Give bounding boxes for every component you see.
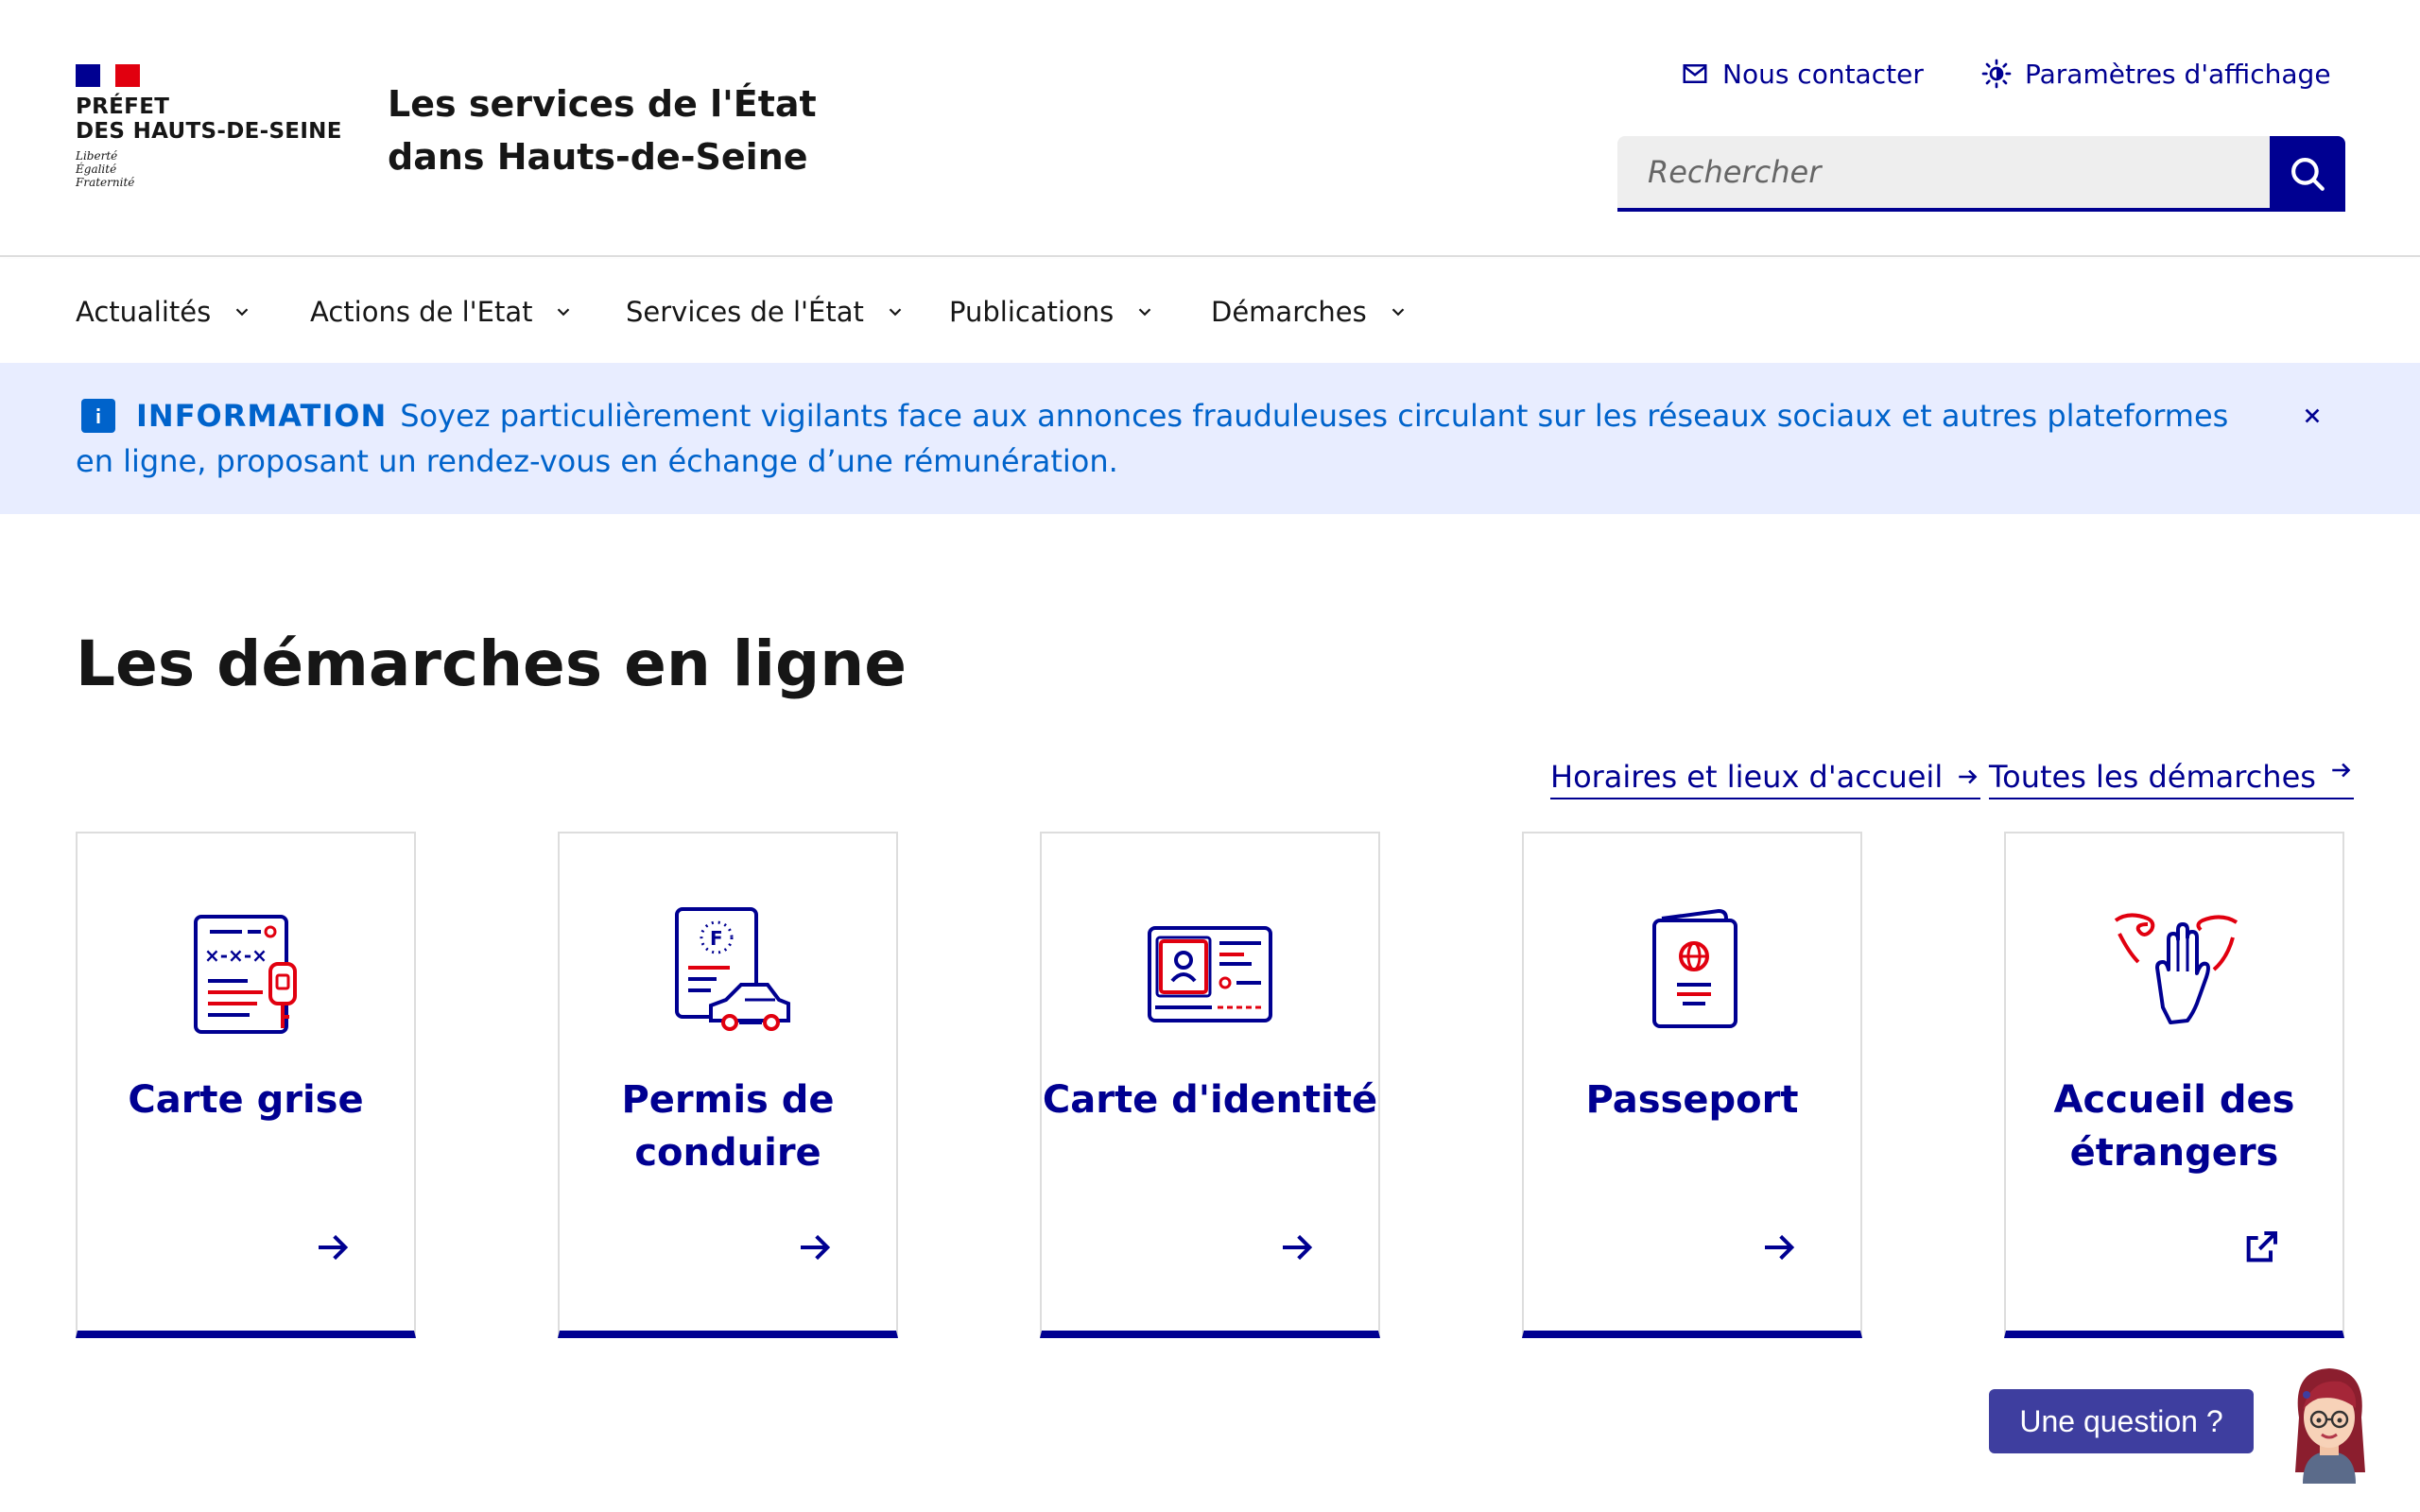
- all-procedures-label: Toutes les démarches: [1989, 759, 2316, 795]
- display-settings-label: Paramètres d'affichage: [2025, 58, 2331, 90]
- welcome-hands-icon: [2114, 913, 2238, 1024]
- search-icon: [2291, 158, 2325, 191]
- driving-license-icon: F: [675, 907, 790, 1031]
- card-title: Carte grise: [128, 1078, 364, 1122]
- hours-link[interactable]: Horaires et lieux d'accueil: [1550, 756, 1981, 799]
- close-notice-button[interactable]: [2293, 397, 2331, 435]
- vehicle-registration-icon: ×-×-×: [194, 915, 297, 1034]
- motto-fraternite: Fraternité: [76, 176, 135, 189]
- chevron-down-icon: [889, 308, 902, 317]
- arrow-right-icon: [801, 1234, 831, 1261]
- arrow-right-icon: [1765, 1234, 1795, 1261]
- contact-link[interactable]: Nous contacter: [1681, 55, 1924, 93]
- site-header: PRÉFET DES HAUTS-DE-SEINE Liberté Égalit…: [0, 0, 2420, 257]
- section-title: Les démarches en ligne: [76, 627, 908, 700]
- all-procedures-link[interactable]: Toutes les démarches: [1989, 756, 2354, 799]
- motto-liberte: Liberté: [76, 149, 118, 163]
- contact-label: Nous contacter: [1722, 58, 1924, 90]
- prefecture-logo[interactable]: PRÉFET DES HAUTS-DE-SEINE Liberté Égalit…: [76, 64, 341, 197]
- chat-question-button[interactable]: Une question ?: [1989, 1389, 2254, 1453]
- arrow-right-icon: [1959, 769, 1978, 784]
- assistant-avatar[interactable]: [2282, 1361, 2377, 1484]
- notice-text-block: INFORMATION Soyez particulièrement vigila…: [76, 393, 2269, 484]
- nav-item-demarches[interactable]: Démarches: [1211, 291, 1409, 333]
- close-icon: [2305, 408, 2320, 423]
- display-settings-link[interactable]: Paramètres d'affichage: [1981, 55, 2331, 93]
- chevron-down-icon: [1392, 308, 1405, 317]
- chevron-down-icon: [235, 308, 249, 317]
- card-passeport[interactable]: Passeport: [1522, 832, 1862, 1338]
- arrow-right-icon: [2332, 763, 2351, 778]
- passport-icon: [1652, 908, 1737, 1028]
- svg-text:F: F: [710, 927, 723, 950]
- arrow-right-icon: [1283, 1234, 1313, 1261]
- nav-label: Publications: [949, 296, 1115, 328]
- card-carte-grise[interactable]: ×-×-× Carte grise: [76, 832, 416, 1338]
- main-navigation: Actualités Actions de l'Etat Services de…: [0, 259, 2420, 363]
- nav-item-services-etat[interactable]: Services de l'État: [626, 291, 906, 333]
- card-accueil-etrangers[interactable]: Accueil des étrangers: [2004, 832, 2344, 1338]
- chevron-down-icon: [558, 308, 570, 317]
- notice-message: Soyez particulièrement vigilants face au…: [76, 398, 2229, 479]
- mail-icon: [1683, 64, 1707, 83]
- id-card-icon: [1148, 926, 1272, 1022]
- site-title[interactable]: Les services de l'État dans Hauts-de-Sei…: [388, 77, 917, 183]
- motto-egalite: Égalité: [76, 163, 117, 176]
- marianne-flag-icon: [76, 64, 140, 87]
- search-input[interactable]: [1617, 136, 2270, 212]
- nav-item-publications[interactable]: Publications: [949, 291, 1155, 333]
- sun-icon: [1981, 59, 2012, 89]
- svg-text:×-×-×: ×-×-×: [204, 944, 268, 967]
- card-carte-identite[interactable]: Carte d'identité: [1040, 832, 1380, 1338]
- logo-line-2: DES HAUTS-DE-SEINE: [76, 119, 342, 144]
- chevron-down-icon: [1138, 308, 1151, 317]
- arrow-right-icon: [319, 1234, 349, 1261]
- hours-link-label: Horaires et lieux d'accueil: [1550, 759, 1944, 795]
- card-title: Permis de conduire: [621, 1078, 835, 1175]
- card-permis-de-conduire[interactable]: F Permis de conduire: [558, 832, 898, 1338]
- nav-item-actualites[interactable]: Actualités: [76, 291, 252, 333]
- card-title: Carte d'identité: [1042, 1078, 1378, 1122]
- logo-line-1: PRÉFET: [76, 94, 170, 119]
- external-link-icon: [2246, 1231, 2277, 1263]
- nav-label: Actualités: [76, 296, 212, 328]
- nav-item-actions-etat[interactable]: Actions de l'Etat: [310, 291, 574, 333]
- nav-label: Démarches: [1211, 296, 1367, 328]
- nav-label: Services de l'État: [626, 296, 864, 328]
- nav-label: Actions de l'Etat: [310, 296, 533, 328]
- card-title: Passeport: [1585, 1078, 1799, 1122]
- search-button[interactable]: [2270, 136, 2345, 212]
- notice-label: INFORMATION: [136, 398, 388, 434]
- search-bar: [1617, 136, 2345, 212]
- card-title: Accueil des étrangers: [2053, 1078, 2295, 1175]
